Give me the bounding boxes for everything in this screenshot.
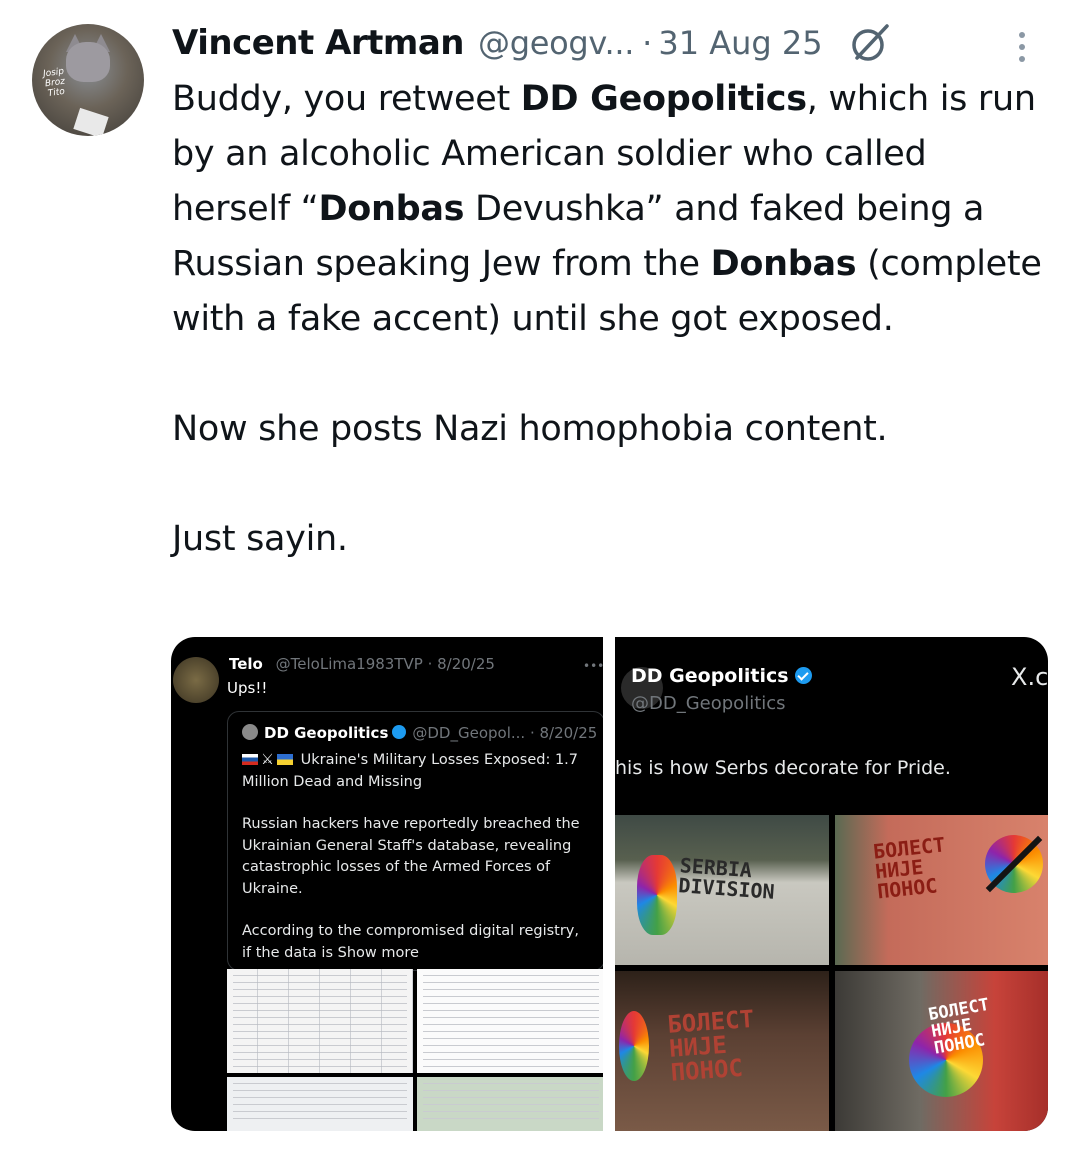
media-grid: Telo @TeloLima1983TVP · 8/20/25 ••• Ups!… [171,637,1048,1131]
graffiti-text: БОЛЕСТ НИЈЕ ПОНОС [666,1004,755,1087]
document-chart-image [227,1077,413,1131]
russia-flag-icon [242,754,258,765]
quote-body: ⚔ Ukraine's Military Losses Exposed: 1.7… [242,750,592,964]
graffiti-text: БОЛЕСТ НИЈЕ ПОНОС [871,832,947,904]
show-more-link: Show more [337,944,419,961]
document-table-image [227,969,413,1073]
quote-author-name: DD Geopolitics [264,724,389,742]
graffiti-text: SERBIA DIVISION [677,853,776,904]
quote-header: DD Geopolitics @DD_Geopol... · 8/20/25 [242,724,597,742]
author-handle[interactable]: @geogv... [478,24,634,62]
cat-head [66,42,110,82]
embedded-author-name-text: DD Geopolitics [631,665,789,687]
bold-mention-dd-geopolitics: DD Geopolitics [520,79,807,119]
embedded-author-handle: @TeloLima1983TVP · 8/20/25 [275,655,495,673]
embedded-text: his is how Serbs decorate for Pride. [615,757,951,779]
verified-badge-icon [392,725,407,739]
quote-avatar [242,724,258,740]
tweet-header: Vincent Artman @geogv... · 31 Aug 25 [172,18,891,68]
embedded-more-icon: ••• [583,659,603,673]
tweet-avatar[interactable]: Josip Broz Tito [32,24,144,136]
quote-headline: ⚔ Ukraine's Military Losses Exposed: 1.7… [242,750,592,793]
graffiti-photo-3: БОЛЕСТ НИЈЕ ПОНОС [615,971,829,1131]
grok-icon[interactable] [849,22,891,64]
quote-author-handle: @DD_Geopol... · 8/20/25 [412,724,598,742]
tweet-date[interactable]: 31 Aug 25 [658,24,822,62]
quote-paragraph: Russian hackers have reportedly breached… [242,816,580,897]
graffiti-photo-2: БОЛЕСТ НИЈЕ ПОНОС [835,815,1048,965]
embedded-text: Ups!! [227,679,268,697]
graffiti-photo-4: БОЛЕСТ НИЈЕ ПОНОС [835,971,1048,1131]
document-text-image [417,969,603,1073]
embedded-header: Telo @TeloLima1983TVP · 8/20/25 [229,655,495,673]
crossed-swords-icon: ⚔ [261,752,274,768]
header-separator: · [642,24,653,62]
bold-donbas: Donbas [318,189,465,229]
avatar-paper [73,107,109,136]
quote-paragraph-2: According to the compromised digital reg… [242,921,592,964]
media-image-left[interactable]: Telo @TeloLima1983TVP · 8/20/25 ••• Ups!… [171,637,603,1131]
tweet-text: Buddy, you retweet DD Geopolitics, which… [172,72,1052,567]
tweet-paragraph-2: Now she posts Nazi homophobia content. [172,409,888,449]
embedded-avatar [173,657,219,703]
rainbow-graffiti [637,855,677,935]
embedded-quote: DD Geopolitics @DD_Geopol... · 8/20/25 ⚔ … [227,711,603,971]
bold-donbas: Donbas [710,244,857,284]
x-logo-text: X.c [1011,663,1048,691]
verified-badge-icon [794,667,812,684]
graffiti-photo-1: SERBIA DIVISION [615,815,829,965]
embedded-author-handle: @DD_Geopolitics [631,693,786,714]
ukraine-flag-icon [277,754,293,765]
avatar-caption: Josip Broz Tito [42,66,66,100]
tweet-paragraph-1: Buddy, you retweet DD Geopolitics, which… [172,72,1052,347]
rainbow-graffiti [619,1011,649,1081]
more-vertical-icon[interactable] [1010,30,1034,64]
graffiti-text: БОЛЕСТ НИЈЕ ПОНОС [926,994,991,1059]
text-run: Buddy, you retweet [172,79,521,119]
quote-document-images [227,969,603,1131]
author-name[interactable]: Vincent Artman [172,23,465,63]
tweet-paragraph-3: Just sayin. [172,519,348,559]
embedded-author-name: Telo [229,655,263,673]
media-image-right[interactable]: DD Geopolitics @DD_Geopolitics X.c his i… [615,637,1048,1131]
document-spreadsheet-image [417,1077,603,1131]
embedded-author-name: DD Geopolitics [631,665,812,687]
